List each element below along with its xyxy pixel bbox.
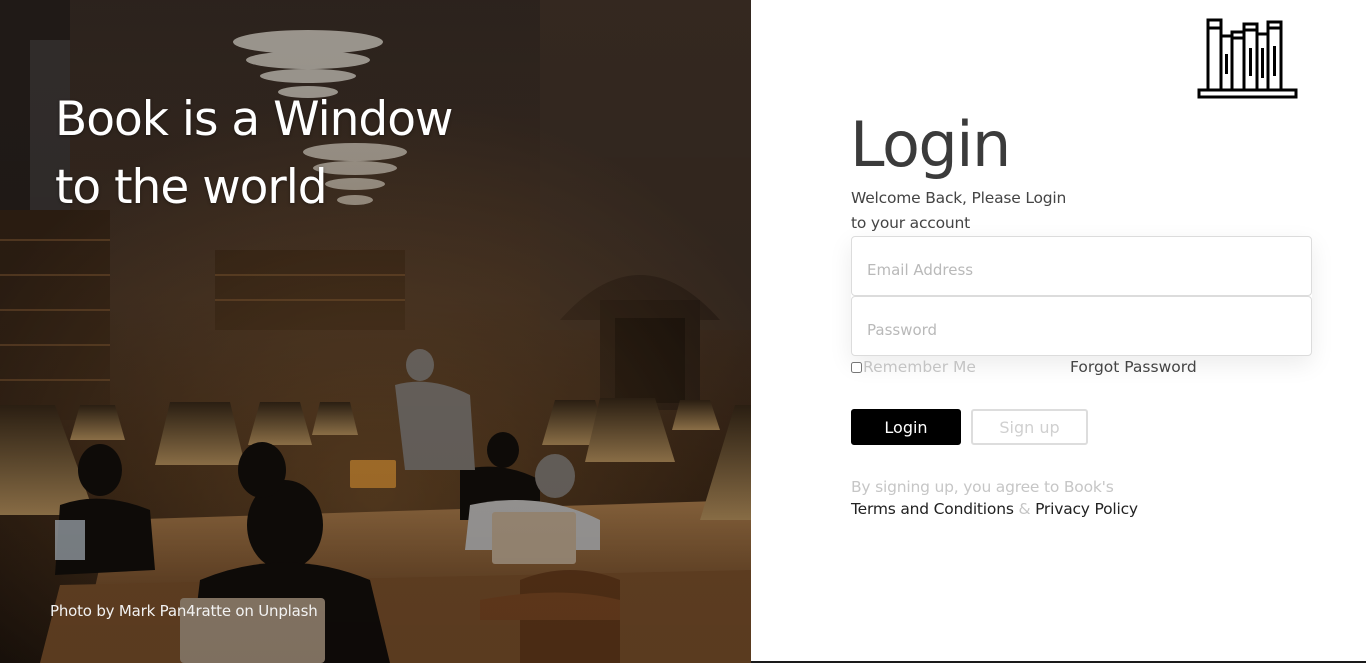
welcome-line-1: Welcome Back, Please Login bbox=[851, 189, 1067, 207]
email-field-wrap bbox=[851, 236, 1312, 296]
terms-intro: By signing up, you agree to Book's bbox=[851, 478, 1114, 496]
remember-me[interactable]: Remember Me bbox=[851, 358, 976, 376]
tagline-line-2: to the world bbox=[55, 160, 328, 215]
hero-photo-panel: Book is a Window to the world Photo by M… bbox=[0, 0, 751, 663]
remember-me-label: Remember Me bbox=[863, 358, 976, 376]
password-field-wrap bbox=[851, 296, 1312, 356]
hero-tagline: Book is a Window to the world bbox=[55, 86, 453, 222]
welcome-text: Welcome Back, Please Login to your accou… bbox=[851, 186, 1091, 236]
books-on-shelf-icon bbox=[1197, 18, 1299, 100]
terms-notice: By signing up, you agree to Book's Terms… bbox=[851, 476, 1138, 520]
remember-me-checkbox[interactable] bbox=[851, 361, 862, 373]
photo-credit: Photo by Mark Pan4ratte on Unplash bbox=[50, 602, 318, 620]
login-options-row: Remember Me Forgot Password bbox=[851, 358, 1312, 378]
login-title: Login bbox=[850, 108, 1011, 181]
forgot-password-link[interactable]: Forgot Password bbox=[1070, 358, 1197, 376]
login-button[interactable]: Login bbox=[851, 409, 961, 445]
password-field[interactable] bbox=[851, 296, 1312, 356]
privacy-policy-link[interactable]: Privacy Policy bbox=[1035, 500, 1138, 518]
terms-and-conditions-link[interactable]: Terms and Conditions bbox=[851, 500, 1014, 518]
terms-links-row: Terms and Conditions & Privacy Policy bbox=[851, 498, 1138, 520]
terms-ampersand: & bbox=[1018, 500, 1031, 518]
email-field[interactable] bbox=[851, 236, 1312, 296]
login-page: Book is a Window to the world Photo by M… bbox=[0, 0, 1366, 663]
tagline-line-1: Book is a Window bbox=[55, 92, 453, 147]
welcome-line-2: to your account bbox=[851, 214, 971, 232]
credentials-fields bbox=[851, 236, 1312, 356]
login-form-panel: Login Welcome Back, Please Login to your… bbox=[751, 0, 1366, 663]
signup-button[interactable]: Sign up bbox=[971, 409, 1088, 445]
